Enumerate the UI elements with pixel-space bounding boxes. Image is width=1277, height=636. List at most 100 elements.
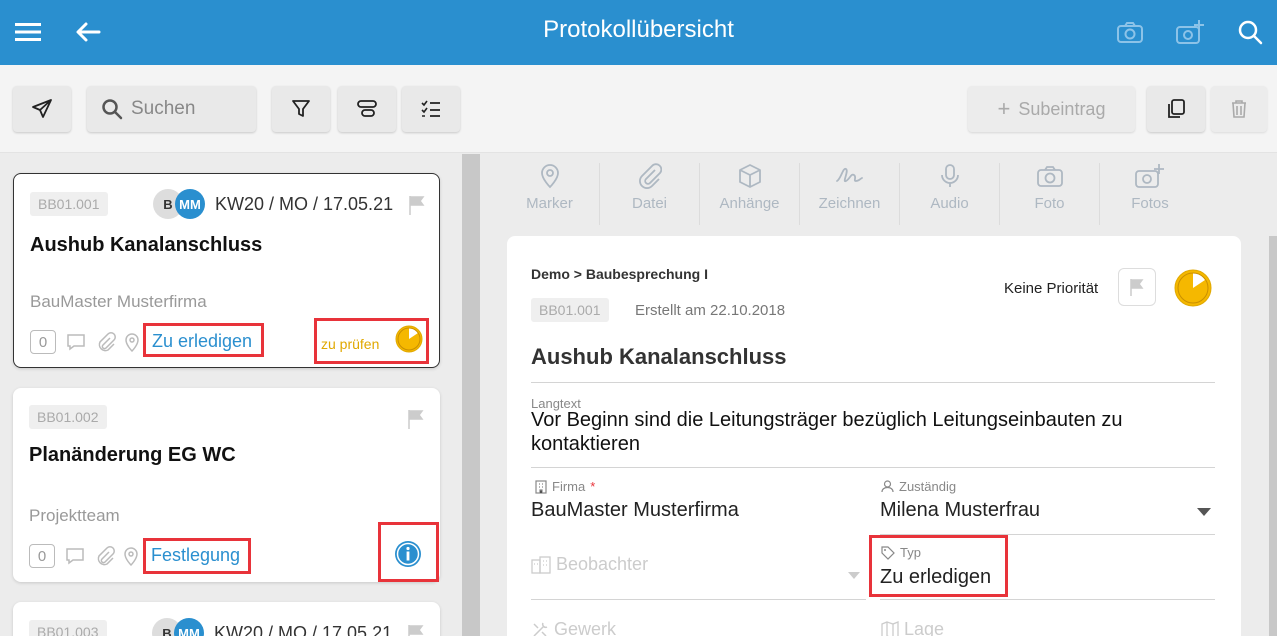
priority-flag-button[interactable] bbox=[1118, 268, 1156, 306]
checklist-button[interactable] bbox=[402, 86, 460, 132]
tool-label: Zeichnen bbox=[818, 195, 881, 212]
lage-label: Lage bbox=[904, 619, 945, 636]
divider bbox=[531, 467, 1215, 468]
required-mark: * bbox=[590, 479, 596, 494]
delete-button[interactable] bbox=[1211, 86, 1267, 132]
divider bbox=[531, 599, 866, 600]
marker-button[interactable]: Marker bbox=[500, 163, 600, 225]
tool-label: Fotos bbox=[1131, 195, 1169, 212]
file-button[interactable]: Datei bbox=[600, 163, 700, 225]
avatar-group: B MM bbox=[152, 618, 208, 636]
flag-icon[interactable] bbox=[407, 194, 427, 216]
detail-title[interactable]: Aushub Kanalanschluss bbox=[531, 344, 787, 370]
flag-icon bbox=[1130, 279, 1144, 296]
copy-icon bbox=[1168, 99, 1185, 118]
microphone-icon bbox=[940, 164, 959, 187]
chevron-down-icon[interactable] bbox=[1197, 508, 1211, 516]
avatar-group: B MM bbox=[153, 189, 209, 219]
tool-label: Datei bbox=[631, 195, 668, 212]
highlight-box bbox=[314, 318, 429, 364]
entry-date: KW20 / MO / 17.05.21 bbox=[214, 623, 393, 636]
add-subentry-button[interactable]: + Subeintrag bbox=[968, 86, 1135, 132]
zustaendig-field[interactable]: Milena Musterfrau bbox=[880, 499, 1040, 522]
flag-icon[interactable] bbox=[406, 408, 426, 430]
tool-label: Foto bbox=[1034, 195, 1065, 212]
created-date: Erstellt am 22.10.2018 bbox=[635, 302, 786, 319]
firma-field[interactable]: BauMaster Musterfirma bbox=[531, 499, 739, 522]
checklist-icon bbox=[421, 100, 440, 117]
flag-icon[interactable] bbox=[406, 623, 426, 636]
photo-button[interactable]: Foto bbox=[1000, 163, 1100, 225]
map-icon bbox=[881, 620, 899, 636]
paperclip-icon bbox=[638, 163, 662, 189]
entry-date: KW20 / MO / 17.05.21 bbox=[215, 194, 394, 214]
detail-scrollbar[interactable] bbox=[1269, 236, 1277, 636]
beobachter-label: Beobachter bbox=[556, 554, 649, 574]
send-button[interactable] bbox=[13, 86, 71, 132]
cube-icon bbox=[738, 164, 761, 188]
gewerk-label: Gewerk bbox=[554, 619, 617, 636]
field-label: Zuständig bbox=[881, 479, 956, 494]
search-icon bbox=[102, 99, 123, 120]
highlight-box bbox=[143, 323, 264, 357]
entry-title: Aushub Kanalanschluss bbox=[30, 234, 263, 256]
add-photos-icon[interactable] bbox=[1172, 14, 1208, 50]
list-item[interactable]: BB01.003 B MM KW20 / MO / 17.05.21 bbox=[13, 602, 440, 636]
divider bbox=[880, 599, 1215, 600]
attachment-toolbar: Marker Datei Anhänge Zeichnen Audio Foto… bbox=[500, 155, 1200, 227]
tool-label: Marker bbox=[526, 195, 573, 212]
buildings-icon bbox=[531, 555, 551, 574]
photos-button[interactable]: Fotos bbox=[1100, 163, 1200, 225]
entry-id-badge: BB01.001 bbox=[531, 298, 609, 322]
avatar: MM bbox=[175, 189, 205, 219]
field-label: Gewerk bbox=[531, 619, 616, 636]
entry-company: BauMaster Musterfirma bbox=[30, 292, 207, 311]
comment-icon bbox=[67, 334, 85, 351]
add-photos-icon bbox=[1135, 164, 1164, 188]
copy-button[interactable] bbox=[1147, 86, 1205, 132]
entry-company: Projektteam bbox=[29, 506, 120, 525]
list-scrollbar[interactable] bbox=[462, 154, 480, 636]
building-icon bbox=[535, 479, 547, 494]
attachments-button[interactable]: Anhänge bbox=[700, 163, 800, 225]
paperclip-icon bbox=[97, 546, 115, 566]
tool-label: Anhänge bbox=[719, 195, 780, 212]
location-pin-icon bbox=[124, 547, 138, 566]
chevron-down-icon[interactable] bbox=[848, 572, 860, 579]
camera-icon bbox=[1036, 166, 1063, 187]
highlight-box bbox=[143, 538, 251, 574]
tool-label: Audio bbox=[930, 195, 969, 212]
app-header: Protokollübersicht bbox=[0, 0, 1277, 65]
breadcrumb[interactable]: Demo > Baubesprechung I bbox=[531, 266, 708, 282]
divider bbox=[531, 382, 1215, 383]
search-input[interactable] bbox=[131, 97, 249, 121]
field-label: Firma * bbox=[535, 479, 595, 494]
zustaendig-label: Zuständig bbox=[899, 479, 957, 494]
priority-label: Keine Priorität bbox=[1004, 280, 1099, 297]
audio-button[interactable]: Audio bbox=[900, 163, 1000, 225]
search-icon[interactable] bbox=[1232, 14, 1268, 50]
filter-icon bbox=[292, 100, 310, 117]
highlight-box bbox=[378, 522, 439, 582]
comment-icon bbox=[66, 548, 84, 565]
group-icon bbox=[357, 100, 377, 117]
search-box[interactable] bbox=[87, 86, 256, 132]
longtext-field[interactable]: Vor Beginn sind die Leitungsträger bezüg… bbox=[531, 408, 1191, 456]
entry-id-badge: BB01.002 bbox=[29, 405, 107, 429]
entry-title: Planänderung EG WC bbox=[29, 444, 236, 466]
filter-button[interactable] bbox=[272, 86, 330, 132]
signature-icon bbox=[835, 167, 863, 183]
entry-id-badge: BB01.003 bbox=[29, 620, 107, 636]
location-pin-icon bbox=[540, 164, 559, 189]
page-title: Protokollübersicht bbox=[543, 16, 734, 43]
camera-icon[interactable] bbox=[1112, 14, 1148, 50]
status-pie-icon[interactable] bbox=[1173, 268, 1213, 308]
tools-icon bbox=[533, 622, 548, 636]
location-pin-icon bbox=[125, 333, 139, 352]
user-icon bbox=[881, 480, 894, 493]
draw-button[interactable]: Zeichnen bbox=[800, 163, 900, 225]
group-button[interactable] bbox=[338, 86, 396, 132]
comment-count: 0 bbox=[29, 544, 55, 568]
firma-label: Firma bbox=[552, 479, 586, 494]
send-icon bbox=[32, 99, 52, 118]
